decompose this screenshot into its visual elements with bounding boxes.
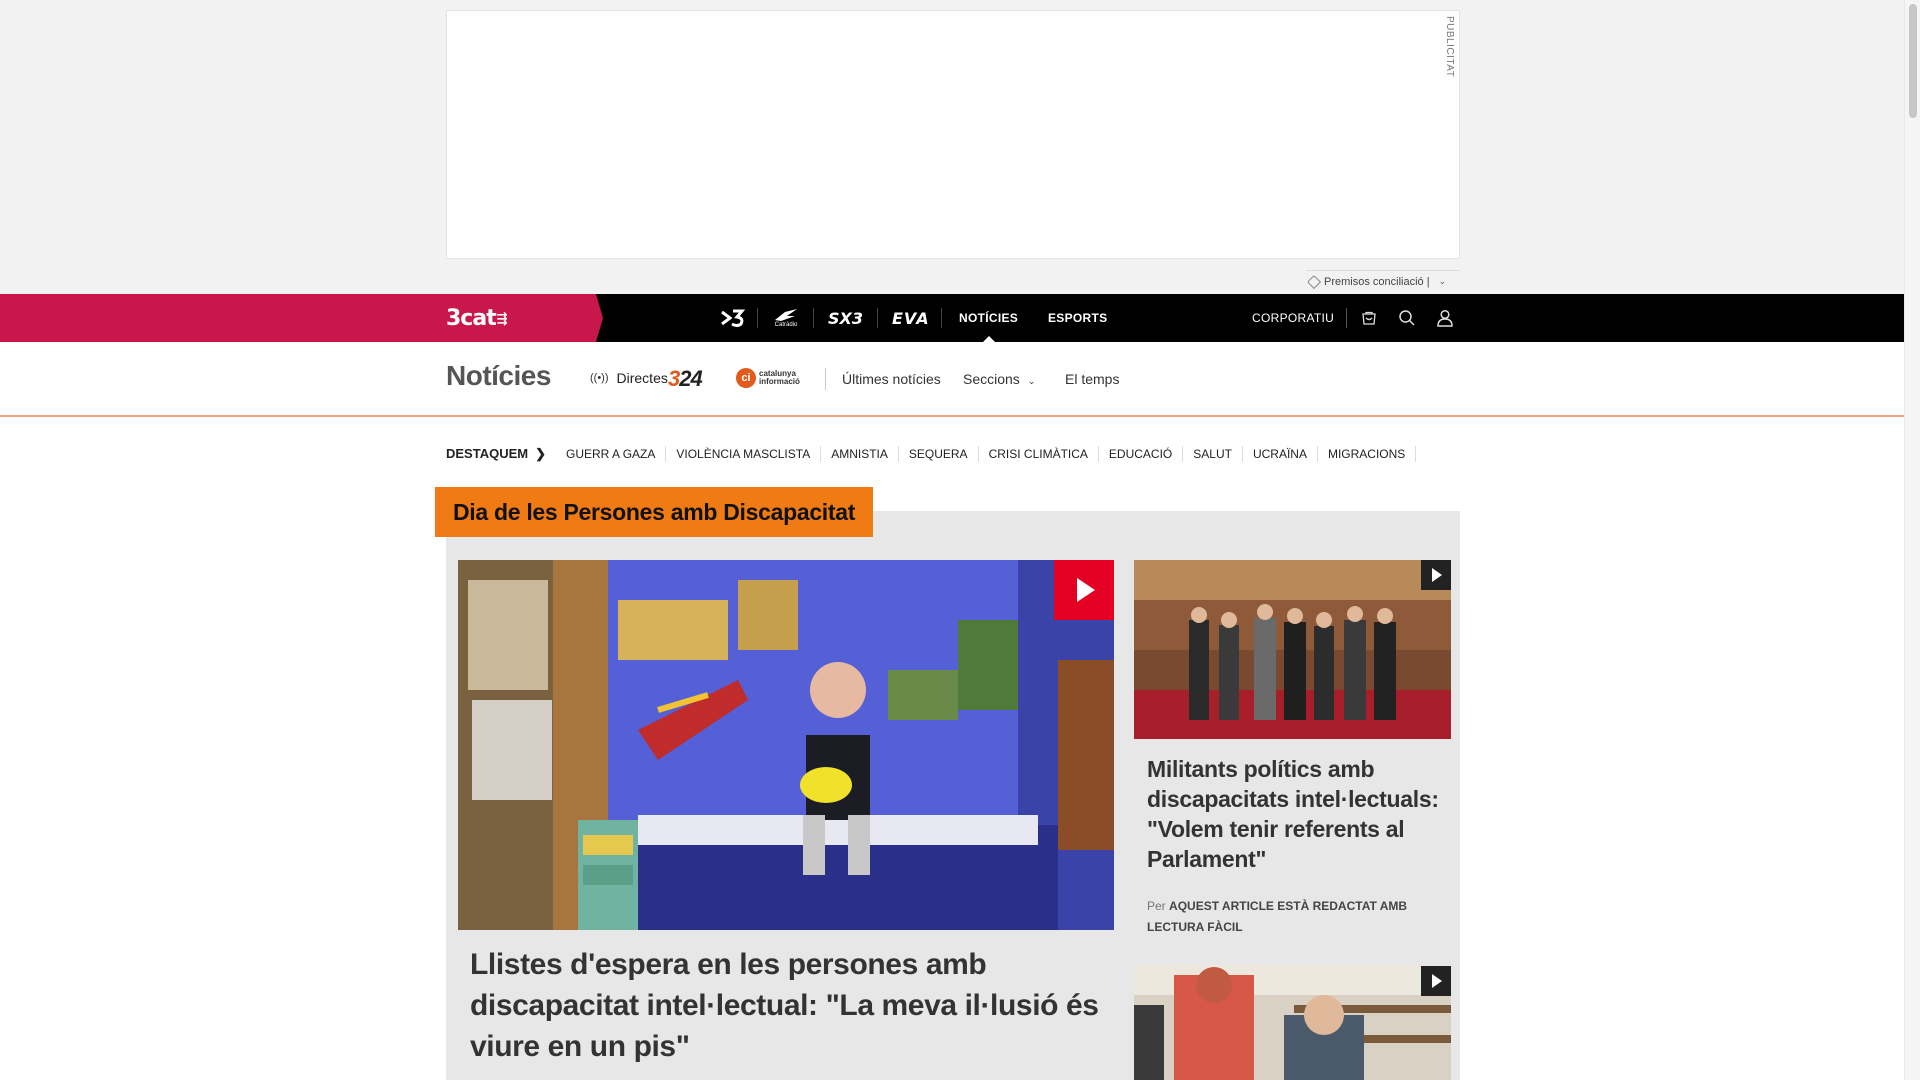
- chevron-down-icon[interactable]: ⌄: [1439, 276, 1447, 287]
- bedroom-photo: [458, 560, 1114, 930]
- directes-link[interactable]: ((•)) Directes: [590, 370, 668, 386]
- ci-text: catalunya informació: [759, 369, 800, 386]
- play-icon: [1432, 568, 1442, 582]
- sx3-icon: SX3: [828, 309, 863, 327]
- tv3-logo[interactable]: [708, 294, 758, 342]
- classroom-photo: [1134, 965, 1451, 1080]
- page-title[interactable]: Notícies: [446, 360, 551, 392]
- brand-band: [0, 294, 603, 342]
- section-header: Notícies ((•)) Directes 324 ci catalunya…: [0, 342, 1904, 417]
- chevron-right-icon: ❯: [535, 446, 547, 461]
- chevron-down-icon: ⌄: [1027, 376, 1036, 386]
- cart-icon[interactable]: [1357, 306, 1381, 330]
- destaquem-item[interactable]: VIOLÈNCIA MASCLISTA: [666, 446, 822, 462]
- 3cat-arrow-icon: ⇶: [496, 312, 508, 327]
- catalunya-informacio-logo[interactable]: ci catalunya informació: [736, 368, 813, 388]
- divider: [941, 308, 942, 328]
- svg-text:EVA: EVA: [892, 309, 928, 327]
- side-article-image[interactable]: [1134, 560, 1451, 739]
- destaquem-bar: DESTAQUEM ❯ GUERR A GAZA VIOLÈNCIA MASCLI…: [446, 446, 1417, 462]
- side-article-image-2[interactable]: [1134, 965, 1451, 1080]
- ad-banner[interactable]: [446, 10, 1460, 259]
- destaquem-item[interactable]: SEQUERA: [899, 446, 979, 462]
- destaquem-item[interactable]: EDUCACIÓ: [1099, 446, 1184, 462]
- byline: Per AQUEST ARTICLE ESTÀ REDACTAT AMB LEC…: [1147, 896, 1447, 938]
- divider: [825, 368, 826, 390]
- destaquem-item[interactable]: SALUT: [1183, 446, 1243, 462]
- 3cat-logo[interactable]: 3cat⇶: [446, 306, 508, 331]
- catradio-wing-icon: [775, 309, 797, 321]
- ci-circle-icon: ci: [736, 368, 756, 388]
- sx3-logo[interactable]: SX3: [814, 294, 878, 342]
- byline-author[interactable]: AQUEST ARTICLE ESTÀ REDACTAT AMB LECTURA…: [1147, 899, 1407, 934]
- destaquem-item[interactable]: AMNISTIA: [821, 446, 899, 462]
- main-article-image[interactable]: [458, 560, 1114, 930]
- parliament-photo: [1134, 560, 1451, 739]
- sponsor-text: Premisos conciliació |: [1324, 275, 1430, 288]
- scrollbar-thumb[interactable]: [1909, 4, 1917, 118]
- side-article-headline[interactable]: Militants polítics amb discapacitats int…: [1147, 754, 1447, 874]
- destaquem-label-text: DESTAQUEM: [446, 446, 529, 461]
- tv3-icon: [721, 309, 746, 327]
- el-temps-link[interactable]: El temps: [1065, 371, 1119, 387]
- catradio-logo[interactable]: Catràdio: [758, 294, 814, 342]
- sponsor-bar[interactable]: Premisos conciliació | ⌄: [1306, 270, 1460, 292]
- nav-corporatiu[interactable]: CORPORATIU: [1252, 294, 1334, 342]
- 3cat-logo-text: 3cat: [446, 306, 497, 331]
- ad-area: PUBLICITAT Premisos conciliació | ⌄: [0, 0, 1904, 294]
- catradio-label: Catràdio: [774, 322, 798, 328]
- seccions-label: Seccions: [963, 371, 1020, 387]
- tag-icon: [1306, 274, 1322, 289]
- live-broadcast-icon: ((•)): [590, 372, 609, 384]
- 324-logo-three: 3: [668, 366, 680, 391]
- seccions-dropdown[interactable]: Seccions ⌄: [963, 371, 1035, 387]
- user-icon[interactable]: [1433, 306, 1457, 330]
- ultimes-noticies-link[interactable]: Últimes notícies: [842, 371, 941, 387]
- byline-prefix: Per: [1147, 899, 1166, 913]
- top-navbar: 3cat⇶ Catràdio SX3 EVA NOTÍCIES ESPORTS …: [0, 294, 1904, 342]
- ad-label: PUBLICITAT: [1444, 16, 1455, 78]
- video-badge[interactable]: [1421, 966, 1451, 996]
- destaquem-item[interactable]: MIGRACIONS: [1318, 446, 1417, 462]
- play-icon: [1077, 578, 1095, 602]
- destaquem-item[interactable]: UCRAÏNA: [1243, 446, 1318, 462]
- play-button[interactable]: [1054, 560, 1114, 620]
- play-icon: [1432, 974, 1442, 988]
- 324-logo[interactable]: 324: [668, 366, 703, 392]
- video-badge[interactable]: [1421, 560, 1451, 590]
- destaquem-item[interactable]: CRISI CLIMÀTICA: [979, 446, 1099, 462]
- destaquem-label[interactable]: DESTAQUEM ❯: [446, 446, 546, 462]
- destaquem-item[interactable]: GUERR A GAZA: [556, 446, 667, 462]
- directes-label: Directes: [616, 370, 668, 386]
- eva-icon: EVA: [892, 309, 928, 327]
- featured-title[interactable]: Dia de les Persones amb Discapacitat: [435, 487, 874, 537]
- nav-esports[interactable]: ESPORTS: [1048, 294, 1107, 342]
- svg-text:SX3: SX3: [828, 309, 863, 327]
- divider: [1346, 308, 1347, 328]
- scrollbar[interactable]: [1904, 0, 1920, 1080]
- 324-logo-number: 24: [679, 366, 703, 391]
- nav-noticies[interactable]: NOTÍCIES: [959, 294, 1018, 342]
- main-article-headline[interactable]: Llistes d'espera en les persones amb dis…: [470, 944, 1110, 1067]
- search-icon[interactable]: [1395, 306, 1419, 330]
- eva-logo[interactable]: EVA: [878, 294, 942, 342]
- page: PUBLICITAT Premisos conciliació | ⌄ 3cat…: [0, 0, 1920, 1080]
